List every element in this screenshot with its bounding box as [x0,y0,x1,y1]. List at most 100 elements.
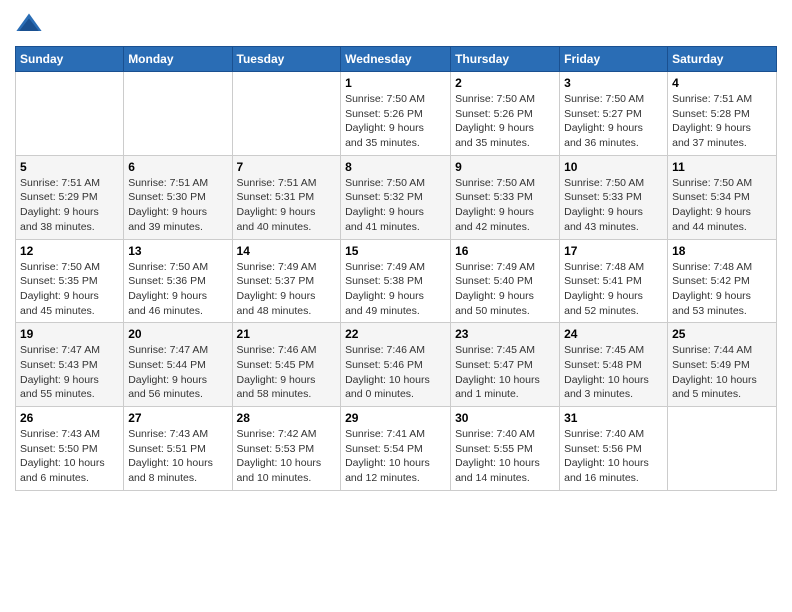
day-info: Sunrise: 7:51 AM Sunset: 5:31 PM Dayligh… [237,176,337,235]
day-info: Sunrise: 7:51 AM Sunset: 5:29 PM Dayligh… [20,176,119,235]
day-number: 11 [672,160,772,174]
header-cell-friday: Friday [560,47,668,72]
day-cell: 12 Sunrise: 7:50 AM Sunset: 5:35 PM Dayli… [16,239,124,323]
day-info: Sunrise: 7:50 AM Sunset: 5:33 PM Dayligh… [455,176,555,235]
day-info: Sunrise: 7:50 AM Sunset: 5:35 PM Dayligh… [20,260,119,319]
day-cell: 6Sunrise: 7:51 AM Sunset: 5:30 PM Daylig… [124,155,232,239]
day-cell: 21 Sunrise: 7:46 AM Sunset: 5:45 PM Dayli… [232,323,341,407]
day-number: 24 [564,327,663,341]
day-info: Sunrise: 7:49 AM Sunset: 5:38 PM Dayligh… [345,260,446,319]
day-number: 19 [20,327,119,341]
day-info: Sunrise: 7:50 AM Sunset: 5:27 PM Dayligh… [564,92,663,151]
day-cell: 18 Sunrise: 7:48 AM Sunset: 5:42 PM Dayli… [668,239,777,323]
day-cell: 10 Sunrise: 7:50 AM Sunset: 5:33 PM Dayli… [560,155,668,239]
header-cell-thursday: Thursday [451,47,560,72]
day-info: Sunrise: 7:50 AM Sunset: 5:33 PM Dayligh… [564,176,663,235]
day-cell: 29 Sunrise: 7:41 AM Sunset: 5:54 PM Dayli… [341,407,451,491]
day-number: 16 [455,244,555,258]
day-info: Sunrise: 7:43 AM Sunset: 5:51 PM Dayligh… [128,427,227,486]
day-number: 17 [564,244,663,258]
day-number: 10 [564,160,663,174]
day-info: Sunrise: 7:40 AM Sunset: 5:56 PM Dayligh… [564,427,663,486]
day-cell: 9 Sunrise: 7:50 AM Sunset: 5:33 PM Daylig… [451,155,560,239]
day-number: 22 [345,327,446,341]
day-info: Sunrise: 7:43 AM Sunset: 5:50 PM Dayligh… [20,427,119,486]
day-cell: 24Sunrise: 7:45 AM Sunset: 5:48 PM Dayli… [560,323,668,407]
day-number: 1 [345,76,446,90]
day-cell: 26Sunrise: 7:43 AM Sunset: 5:50 PM Dayli… [16,407,124,491]
day-info: Sunrise: 7:51 AM Sunset: 5:28 PM Dayligh… [672,92,772,151]
day-info: Sunrise: 7:50 AM Sunset: 5:36 PM Dayligh… [128,260,227,319]
day-info: Sunrise: 7:46 AM Sunset: 5:45 PM Dayligh… [237,343,337,402]
day-info: Sunrise: 7:46 AM Sunset: 5:46 PM Dayligh… [345,343,446,402]
day-number: 8 [345,160,446,174]
day-cell: 14 Sunrise: 7:49 AM Sunset: 5:37 PM Dayli… [232,239,341,323]
calendar-header: SundayMondayTuesdayWednesdayThursdayFrid… [16,47,777,72]
day-cell [232,72,341,156]
day-number: 30 [455,411,555,425]
day-cell: 31 Sunrise: 7:40 AM Sunset: 5:56 PM Dayli… [560,407,668,491]
day-cell: 8 Sunrise: 7:50 AM Sunset: 5:32 PM Daylig… [341,155,451,239]
day-info: Sunrise: 7:44 AM Sunset: 5:49 PM Dayligh… [672,343,772,402]
day-number: 7 [237,160,337,174]
day-number: 9 [455,160,555,174]
day-cell: 3 Sunrise: 7:50 AM Sunset: 5:27 PM Daylig… [560,72,668,156]
day-number: 18 [672,244,772,258]
header-cell-sunday: Sunday [16,47,124,72]
day-cell: 4 Sunrise: 7:51 AM Sunset: 5:28 PM Daylig… [668,72,777,156]
day-number: 31 [564,411,663,425]
day-number: 21 [237,327,337,341]
day-number: 12 [20,244,119,258]
day-info: Sunrise: 7:50 AM Sunset: 5:34 PM Dayligh… [672,176,772,235]
day-cell: 15Sunrise: 7:49 AM Sunset: 5:38 PM Dayli… [341,239,451,323]
header-cell-monday: Monday [124,47,232,72]
logo-icon [15,10,43,38]
day-number: 3 [564,76,663,90]
day-info: Sunrise: 7:50 AM Sunset: 5:26 PM Dayligh… [345,92,446,151]
day-cell: 17 Sunrise: 7:48 AM Sunset: 5:41 PM Dayli… [560,239,668,323]
day-cell: 28 Sunrise: 7:42 AM Sunset: 5:53 PM Dayli… [232,407,341,491]
day-cell: 16 Sunrise: 7:49 AM Sunset: 5:40 PM Dayli… [451,239,560,323]
day-info: Sunrise: 7:47 AM Sunset: 5:43 PM Dayligh… [20,343,119,402]
day-info: Sunrise: 7:50 AM Sunset: 5:32 PM Dayligh… [345,176,446,235]
day-number: 13 [128,244,227,258]
day-cell: 13 Sunrise: 7:50 AM Sunset: 5:36 PM Dayli… [124,239,232,323]
week-row-2: 12 Sunrise: 7:50 AM Sunset: 5:35 PM Dayli… [16,239,777,323]
header-cell-tuesday: Tuesday [232,47,341,72]
day-number: 20 [128,327,227,341]
day-number: 29 [345,411,446,425]
week-row-1: 5 Sunrise: 7:51 AM Sunset: 5:29 PM Daylig… [16,155,777,239]
day-cell [124,72,232,156]
page: SundayMondayTuesdayWednesdayThursdayFrid… [0,0,792,612]
day-number: 2 [455,76,555,90]
day-info: Sunrise: 7:47 AM Sunset: 5:44 PM Dayligh… [128,343,227,402]
day-number: 6 [128,160,227,174]
day-cell: 5 Sunrise: 7:51 AM Sunset: 5:29 PM Daylig… [16,155,124,239]
day-info: Sunrise: 7:49 AM Sunset: 5:37 PM Dayligh… [237,260,337,319]
day-number: 5 [20,160,119,174]
day-info: Sunrise: 7:42 AM Sunset: 5:53 PM Dayligh… [237,427,337,486]
day-cell: 1 Sunrise: 7:50 AM Sunset: 5:26 PM Daylig… [341,72,451,156]
day-number: 14 [237,244,337,258]
header-cell-wednesday: Wednesday [341,47,451,72]
day-cell: 30Sunrise: 7:40 AM Sunset: 5:55 PM Dayli… [451,407,560,491]
calendar-table: SundayMondayTuesdayWednesdayThursdayFrid… [15,46,777,491]
day-cell: 2 Sunrise: 7:50 AM Sunset: 5:26 PM Daylig… [451,72,560,156]
day-info: Sunrise: 7:50 AM Sunset: 5:26 PM Dayligh… [455,92,555,151]
day-cell: 20 Sunrise: 7:47 AM Sunset: 5:44 PM Dayli… [124,323,232,407]
calendar-body: 1 Sunrise: 7:50 AM Sunset: 5:26 PM Daylig… [16,72,777,491]
day-number: 28 [237,411,337,425]
day-info: Sunrise: 7:49 AM Sunset: 5:40 PM Dayligh… [455,260,555,319]
day-cell: 27 Sunrise: 7:43 AM Sunset: 5:51 PM Dayli… [124,407,232,491]
day-number: 27 [128,411,227,425]
day-number: 4 [672,76,772,90]
day-info: Sunrise: 7:41 AM Sunset: 5:54 PM Dayligh… [345,427,446,486]
week-row-0: 1 Sunrise: 7:50 AM Sunset: 5:26 PM Daylig… [16,72,777,156]
header-cell-saturday: Saturday [668,47,777,72]
day-info: Sunrise: 7:48 AM Sunset: 5:42 PM Dayligh… [672,260,772,319]
day-cell: 22 Sunrise: 7:46 AM Sunset: 5:46 PM Dayli… [341,323,451,407]
header-row: SundayMondayTuesdayWednesdayThursdayFrid… [16,47,777,72]
header [15,10,777,38]
day-info: Sunrise: 7:48 AM Sunset: 5:41 PM Dayligh… [564,260,663,319]
day-cell: 19 Sunrise: 7:47 AM Sunset: 5:43 PM Dayli… [16,323,124,407]
